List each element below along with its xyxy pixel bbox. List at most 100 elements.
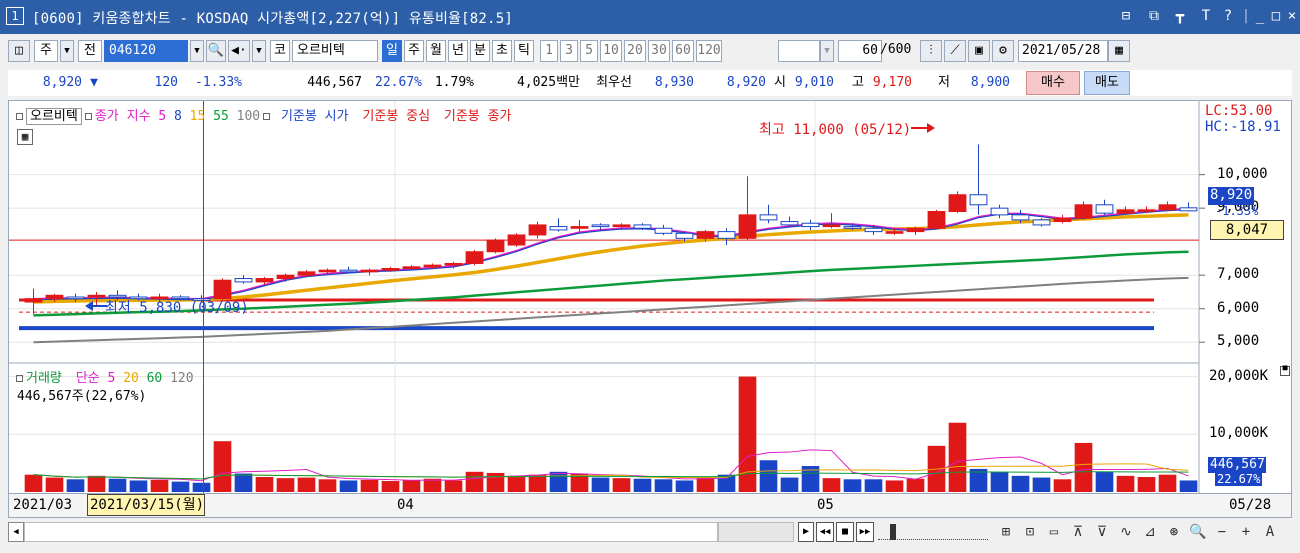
volume-bar xyxy=(528,474,547,492)
period-3[interactable]: 년 xyxy=(448,40,468,62)
gear-icon[interactable]: ⚙ xyxy=(992,40,1014,62)
date-cursor-tag: 2021/03/15(월) xyxy=(87,494,205,516)
lc-label: LC:53.00 xyxy=(1205,103,1273,119)
table-icon[interactable]: ▦ xyxy=(17,129,33,145)
chevron-down-icon[interactable]: ▼ xyxy=(60,40,74,62)
frame-icon[interactable]: ▭ xyxy=(1044,522,1064,542)
play-icon[interactable]: ▶ xyxy=(798,522,814,542)
zoom-icon[interactable]: 🔍 xyxy=(1188,522,1208,542)
save-icon[interactable]: ▣ xyxy=(968,40,990,62)
open-price: 9,010 xyxy=(794,75,834,90)
period-6[interactable]: 틱 xyxy=(514,40,534,62)
market-select[interactable]: 주 xyxy=(34,40,58,62)
candle-body xyxy=(1137,209,1156,212)
minute-20[interactable]: 20 xyxy=(624,40,646,62)
blank-dropdown-icon[interactable]: ▼ xyxy=(820,40,834,62)
indicator-icon[interactable]: ⟋ xyxy=(944,40,966,62)
period-1[interactable]: 주 xyxy=(404,40,424,62)
scroll-thumb[interactable] xyxy=(718,522,794,542)
speaker-icon[interactable]: ◀· xyxy=(228,40,250,62)
candle-type-icon[interactable]: ⫶ xyxy=(920,40,942,62)
code-dropdown-icon[interactable]: ▼ xyxy=(190,40,204,62)
draw-down-icon[interactable]: ⊽ xyxy=(1092,522,1112,542)
minute-10[interactable]: 10 xyxy=(600,40,622,62)
candle-body xyxy=(822,224,841,228)
zoom-out-icon[interactable]: − xyxy=(1212,522,1232,542)
vol-legend-ma120[interactable]: 120 xyxy=(170,371,193,386)
volume-bar xyxy=(465,471,484,492)
date-label-may: 05 xyxy=(817,497,834,513)
legend-ma15[interactable]: 15 xyxy=(190,109,206,124)
layout-b-icon[interactable]: ⊡ xyxy=(1020,522,1040,542)
link-window-icon[interactable]: ⧉ xyxy=(1144,6,1164,26)
period-5[interactable]: 초 xyxy=(492,40,512,62)
draw-up-icon[interactable]: ⊼ xyxy=(1068,522,1088,542)
font-icon[interactable]: T xyxy=(1196,6,1216,26)
speaker-dropdown-icon[interactable]: ▼ xyxy=(252,40,266,62)
prev-button[interactable]: 전 xyxy=(78,40,102,62)
vol-legend-ma-label[interactable]: 단순 xyxy=(76,371,100,386)
vol-legend-name[interactable]: 거래량 xyxy=(26,371,62,386)
period-4[interactable]: 분 xyxy=(470,40,490,62)
wave-icon[interactable]: ∿ xyxy=(1116,522,1136,542)
layout-icon[interactable]: ⊟ xyxy=(1116,6,1136,26)
sell-button[interactable]: 매도 xyxy=(1084,71,1130,95)
panel-menu-icon[interactable]: ▀ xyxy=(1280,366,1290,376)
zoom-in-icon[interactable]: + xyxy=(1236,522,1256,542)
stop-icon[interactable]: ■ xyxy=(836,522,854,542)
close-icon[interactable]: × xyxy=(1282,6,1300,26)
high-price: 9,170 xyxy=(872,75,912,90)
legend-ma-label[interactable]: 지수 xyxy=(127,109,151,124)
help-icon[interactable]: ? xyxy=(1218,6,1238,26)
legend-ma5[interactable]: 5 xyxy=(158,109,166,124)
layout-toggle-icon[interactable]: ◫ xyxy=(8,40,30,62)
volume-bar xyxy=(1053,479,1072,492)
code-input[interactable]: 046120 xyxy=(104,40,188,62)
chart-area[interactable]: 오르비텍 종가 지수 5 8 15 55 100 기준봉 시가 기준봉 중심 기준… xyxy=(8,100,1292,518)
legend-ref-open[interactable]: 기준봉 시가 xyxy=(281,109,349,124)
legend-name[interactable]: 오르비텍 xyxy=(26,108,82,125)
minute-3[interactable]: 3 xyxy=(560,40,578,62)
period-2[interactable]: 월 xyxy=(426,40,446,62)
vol-legend-ma20[interactable]: 20 xyxy=(123,371,139,386)
minute-5[interactable]: 5 xyxy=(580,40,598,62)
buy-button[interactable]: 매수 xyxy=(1026,71,1080,95)
triangle-icon[interactable]: ⊿ xyxy=(1140,522,1160,542)
minute-60[interactable]: 60 xyxy=(672,40,694,62)
price-tick: 10,000 xyxy=(1217,165,1268,182)
vol-legend-ma60[interactable]: 60 xyxy=(147,371,163,386)
shape-icon[interactable]: ⊛ xyxy=(1164,522,1184,542)
scroll-left-icon[interactable]: ◀ xyxy=(8,522,24,542)
blank-select[interactable] xyxy=(778,40,820,62)
stock-name[interactable]: 오르비텍 xyxy=(292,40,378,62)
legend-close[interactable]: 종가 xyxy=(95,109,119,124)
legend-ref-mid[interactable]: 기준봉 중심 xyxy=(362,109,430,124)
date-input[interactable]: 2021/05/28 xyxy=(1018,40,1108,62)
minute-120[interactable]: 120 xyxy=(696,40,722,62)
volume-bar xyxy=(906,478,925,492)
high-arrow-head xyxy=(927,123,935,133)
rewind-icon[interactable]: ◀◀ xyxy=(816,522,834,542)
legend-ref-close[interactable]: 기준봉 종가 xyxy=(444,109,512,124)
toolbar: ◫ 주 ▼ 전 046120 ▼ 🔍 ◀· ▼ 코 오르비텍 일주월년분초틱13… xyxy=(8,38,1292,66)
legend-ma8[interactable]: 8 xyxy=(174,109,182,124)
minute-1[interactable]: 1 xyxy=(540,40,558,62)
legend-ma100[interactable]: 100 xyxy=(237,109,260,124)
count-input[interactable]: 60 xyxy=(838,40,882,62)
minute-30[interactable]: 30 xyxy=(648,40,670,62)
fast-forward-icon[interactable]: ▶▶ xyxy=(856,522,874,542)
calendar-icon[interactable]: ▦ xyxy=(1108,40,1130,62)
zoom-slider[interactable] xyxy=(878,524,988,540)
pin-icon[interactable]: ┳ xyxy=(1170,6,1190,26)
horizontal-scrollbar[interactable] xyxy=(24,522,718,542)
candle-body xyxy=(1011,214,1030,221)
window-title: [0600] 키움종합차트 - KOSDAQ 시가총액[2,227(억)] 유통… xyxy=(32,11,513,27)
low-annotation: 최저 5,830 (03/09) xyxy=(105,300,249,316)
layout-a-icon[interactable]: ⊞ xyxy=(996,522,1016,542)
vol-legend-ma5[interactable]: 5 xyxy=(107,371,115,386)
legend-ma55[interactable]: 55 xyxy=(213,109,229,124)
candle-body xyxy=(339,269,358,273)
period-0[interactable]: 일 xyxy=(382,40,402,62)
search-icon[interactable]: 🔍 xyxy=(206,40,226,62)
auto-icon[interactable]: A xyxy=(1260,522,1280,542)
